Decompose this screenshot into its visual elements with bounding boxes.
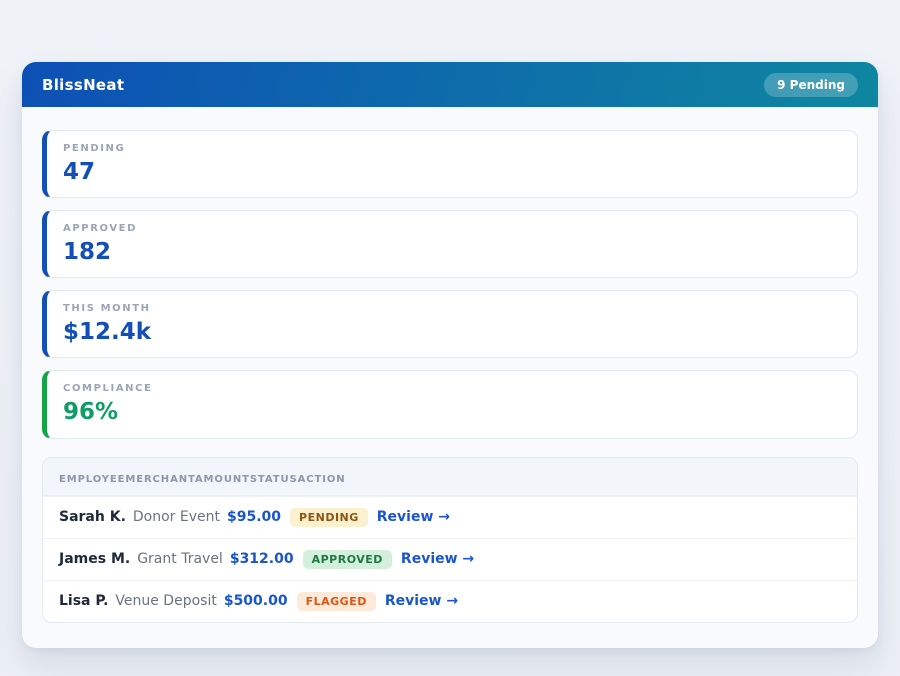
page-background: { "app": { "title": "BlissNeat", "pendin… bbox=[0, 0, 900, 676]
status-badge-approved: APPROVED bbox=[303, 550, 392, 569]
app-title: BlissNeat bbox=[42, 76, 124, 94]
employee-name: Sarah K. bbox=[59, 509, 126, 525]
stat-card-this-month: THIS MONTH $12.4k bbox=[42, 290, 858, 358]
table-row: Lisa P. Venue Deposit $500.00 FLAGGED Re… bbox=[43, 580, 857, 622]
status-badge-flagged: FLAGGED bbox=[297, 592, 376, 611]
column-header-amount: AMOUNT bbox=[195, 474, 250, 485]
employee-name: James M. bbox=[59, 551, 130, 567]
pending-count-badge: 9 Pending bbox=[764, 73, 858, 97]
app-header: BlissNeat 9 Pending bbox=[22, 62, 878, 107]
table-header-row: EMPLOYEEMERCHANTAMOUNTSTATUSACTION bbox=[43, 458, 857, 496]
merchant-name: Grant Travel bbox=[137, 551, 223, 567]
review-link[interactable]: Review → bbox=[401, 551, 474, 567]
stat-value: 182 bbox=[63, 240, 841, 264]
merchant-name: Venue Deposit bbox=[115, 593, 216, 609]
employee-name: Lisa P. bbox=[59, 593, 108, 609]
stat-label: COMPLIANCE bbox=[63, 383, 841, 394]
column-header-merchant: MERCHANT bbox=[125, 474, 195, 485]
stat-card-approved: APPROVED 182 bbox=[42, 210, 858, 278]
amount-value: $95.00 bbox=[227, 509, 281, 525]
app-body: PENDING 47 APPROVED 182 THIS MONTH $12.4… bbox=[22, 107, 878, 648]
stats-list: PENDING 47 APPROVED 182 THIS MONTH $12.4… bbox=[42, 130, 858, 439]
stat-value: $12.4k bbox=[63, 320, 841, 344]
stat-value: 47 bbox=[63, 160, 841, 184]
stat-value: 96% bbox=[63, 400, 841, 424]
stat-label: PENDING bbox=[63, 143, 841, 154]
column-header-status: STATUS bbox=[250, 474, 298, 485]
column-header-action: ACTION bbox=[298, 474, 346, 485]
amount-value: $312.00 bbox=[230, 551, 294, 567]
stat-card-pending: PENDING 47 bbox=[42, 130, 858, 198]
stat-card-compliance: COMPLIANCE 96% bbox=[42, 370, 858, 438]
amount-value: $500.00 bbox=[224, 593, 288, 609]
merchant-name: Donor Event bbox=[133, 509, 220, 525]
expenses-table: EMPLOYEEMERCHANTAMOUNTSTATUSACTION Sarah… bbox=[42, 457, 858, 623]
review-link[interactable]: Review → bbox=[377, 509, 450, 525]
table-row: James M. Grant Travel $312.00 APPROVED R… bbox=[43, 538, 857, 580]
stat-label: THIS MONTH bbox=[63, 303, 841, 314]
table-row: Sarah K. Donor Event $95.00 PENDING Revi… bbox=[43, 496, 857, 538]
app-card: BlissNeat 9 Pending PENDING 47 APPROVED … bbox=[22, 62, 878, 648]
stat-label: APPROVED bbox=[63, 223, 841, 234]
review-link[interactable]: Review → bbox=[385, 593, 458, 609]
column-header-employee: EMPLOYEE bbox=[59, 474, 125, 485]
status-badge-pending: PENDING bbox=[290, 508, 368, 527]
